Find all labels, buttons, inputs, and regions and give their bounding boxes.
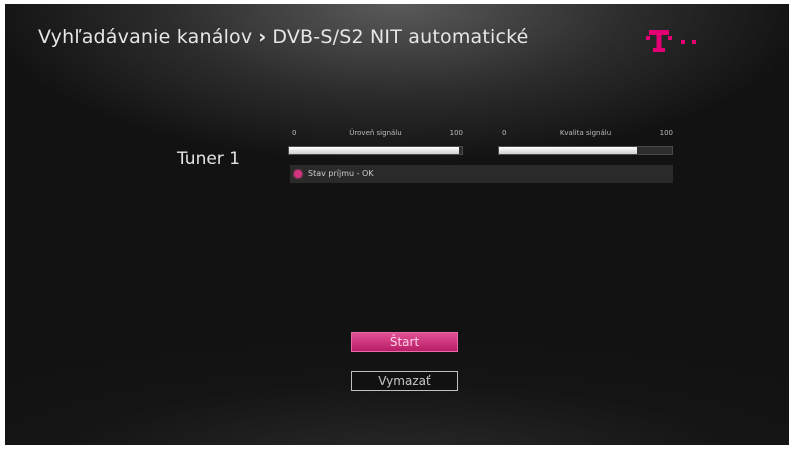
signal-quality-max: 100 (659, 129, 673, 137)
signal-quality-meter: 0 Kvalita signálu 100 (498, 126, 673, 155)
breadcrumb-separator-icon: › (258, 26, 267, 48)
tuner-label: Tuner 1 (177, 149, 241, 169)
signal-quality-fill (499, 147, 638, 154)
telekom-logo (646, 30, 696, 52)
signal-level-bar (288, 146, 463, 155)
status-dot-icon (294, 170, 302, 178)
signal-level-label: Úroveň signálu (349, 129, 402, 137)
tv-screen: Vyhľadávanie kanálov › DVB-S/S2 NIT automa… (5, 4, 789, 445)
signal-level-scale: 0 Úroveň signálu 100 (288, 126, 463, 140)
breadcrumb: Vyhľadávanie kanálov › DVB-S/S2 NIT automa… (38, 26, 529, 48)
signal-panel: 0 Úroveň signálu 100 0 Kvalita signálu 1… (288, 126, 673, 186)
signal-quality-bar (498, 146, 673, 155)
signal-level-meter: 0 Úroveň signálu 100 (288, 126, 463, 155)
reception-status: Stav príjmu - OK (290, 165, 673, 183)
signal-level-fill (289, 147, 459, 154)
signal-level-max: 100 (449, 129, 463, 137)
breadcrumb-current: DVB-S/S2 NIT automatické (272, 26, 529, 48)
start-button[interactable]: Štart (351, 332, 458, 352)
breadcrumb-root: Vyhľadávanie kanálov (38, 26, 253, 48)
signal-quality-label: Kvalita signálu (559, 129, 612, 137)
signal-quality-scale: 0 Kvalita signálu 100 (498, 126, 673, 140)
reception-status-text: Stav príjmu - OK (308, 169, 374, 178)
clear-button[interactable]: Vymazať (351, 371, 458, 391)
